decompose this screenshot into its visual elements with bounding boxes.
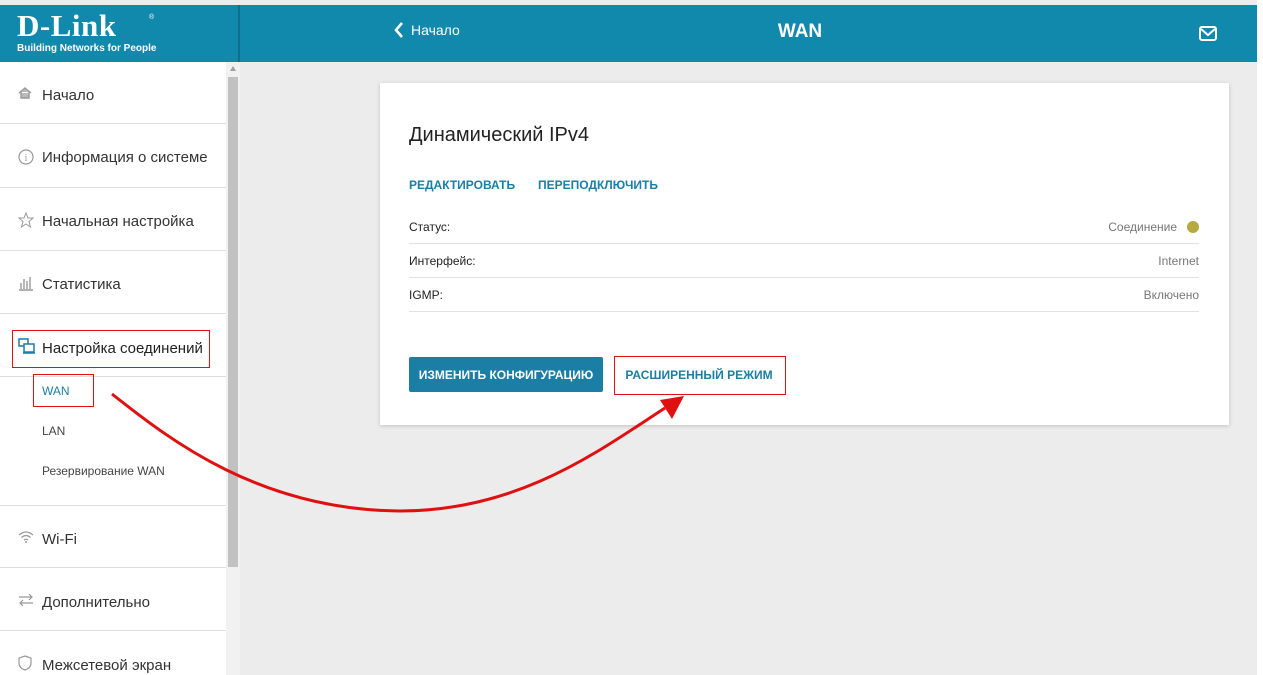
- sidebar-item-initial-setup[interactable]: Начальная настройка: [0, 189, 226, 251]
- connection-type-title: Динамический IPv4: [409, 124, 590, 146]
- back-label: Начало: [411, 22, 460, 38]
- shield-icon: [18, 655, 32, 671]
- status-label: Статус:: [409, 220, 451, 234]
- sidebar-item-label: Информация о системе: [42, 149, 208, 166]
- page-edge: [1257, 0, 1263, 675]
- igmp-row: IGMP: Включено: [409, 278, 1199, 312]
- edit-link[interactable]: РЕДАКТИРОВАТЬ: [409, 178, 515, 192]
- status-row: Статус: Соединение: [409, 210, 1199, 244]
- interface-row: Интерфейс: Internet: [409, 244, 1199, 278]
- logo[interactable]: D-Link ® Building Networks for People: [0, 5, 240, 62]
- sidebar-subitem-lan[interactable]: LAN: [42, 424, 65, 438]
- mail-icon[interactable]: [1199, 26, 1217, 41]
- sidebar-item-label: Статистика: [42, 276, 121, 293]
- star-icon: [18, 212, 34, 228]
- scrollbar-thumb[interactable]: [228, 77, 238, 567]
- logo-tagline: Building Networks for People: [17, 43, 157, 54]
- connections-icon: [18, 338, 35, 354]
- sidebar-item-statistics[interactable]: Статистика: [0, 252, 226, 314]
- status-indicator-icon: [1187, 221, 1199, 233]
- igmp-value: Включено: [1143, 288, 1199, 302]
- reconnect-link[interactable]: ПЕРЕПОДКЛЮЧИТЬ: [538, 178, 658, 192]
- interface-label: Интерфейс:: [409, 254, 476, 268]
- sidebar-item-label: Межсетевой экран: [42, 657, 172, 674]
- sidebar: Начало i Информация о системе Начальная …: [0, 62, 240, 675]
- trademark-mark: ®: [149, 14, 155, 21]
- svg-text:i: i: [25, 153, 28, 164]
- top-header: D-Link ® Building Networks for People На…: [0, 5, 1257, 62]
- info-icon: i: [18, 149, 34, 165]
- sidebar-item-wifi[interactable]: Wi-Fi: [0, 506, 226, 568]
- sidebar-item-label: Wi-Fi: [42, 531, 77, 548]
- igmp-label: IGMP:: [409, 288, 444, 302]
- sidebar-subitem-wan[interactable]: WAN: [42, 384, 70, 398]
- interface-value: Internet: [1158, 254, 1199, 268]
- back-button[interactable]: Начало: [394, 22, 460, 38]
- sidebar-item-label: Дополнительно: [42, 594, 150, 611]
- home-icon: [18, 87, 32, 99]
- sidebar-subitem-wan-backup[interactable]: Резервирование WAN: [42, 464, 165, 478]
- page-title: WAN: [777, 21, 823, 42]
- sidebar-item-home[interactable]: Начало: [0, 62, 226, 124]
- arrows-icon: [19, 593, 33, 607]
- logo-text: D-Link: [17, 8, 117, 43]
- sidebar-item-advanced[interactable]: Дополнительно: [0, 569, 226, 631]
- change-config-button[interactable]: ИЗМЕНИТЬ КОНФИГУРАЦИЮ: [409, 357, 603, 392]
- scroll-up-icon[interactable]: [230, 66, 236, 71]
- status-value: Соединение: [1108, 220, 1177, 234]
- advanced-mode-button[interactable]: РАСШИРЕННЫЙ РЕЖИМ: [614, 356, 784, 393]
- wan-connection-card: Динамический IPv4 РЕДАКТИРОВАТЬ ПЕРЕПОДК…: [380, 83, 1229, 425]
- sidebar-scrollbar[interactable]: [226, 62, 240, 675]
- chevron-left-icon: [394, 22, 403, 38]
- sidebar-item-label: Начало: [42, 87, 95, 104]
- sidebar-item-label: Настройка соединений: [42, 340, 203, 357]
- sidebar-item-connections[interactable]: Настройка соединений: [0, 315, 226, 377]
- wifi-icon: [18, 531, 34, 543]
- sidebar-item-label: Начальная настройка: [42, 213, 194, 230]
- sidebar-item-firewall[interactable]: Межсетевой экран: [0, 632, 226, 675]
- sidebar-item-system-info[interactable]: i Информация о системе: [0, 126, 226, 188]
- stats-icon: [19, 277, 33, 291]
